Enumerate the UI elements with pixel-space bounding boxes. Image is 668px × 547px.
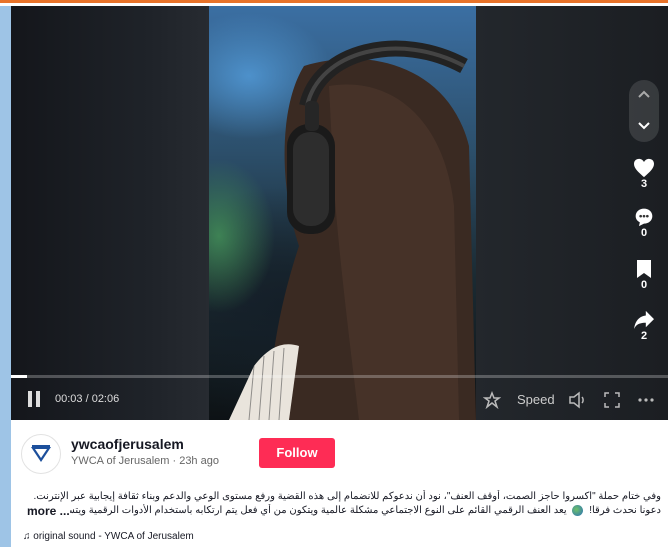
- music-note-icon: ♫: [23, 531, 31, 542]
- follow-button[interactable]: Follow: [259, 438, 335, 468]
- heart-icon[interactable]: [633, 158, 655, 178]
- comment-icon[interactable]: [634, 207, 654, 227]
- description-line-2a: دعونا نحدث فرقا!: [589, 505, 661, 516]
- progress-bar[interactable]: [11, 375, 668, 378]
- like-action[interactable]: 3: [630, 158, 658, 191]
- description-line-2b: يعد العنف الرقمي القائم على النوع الاجتم…: [69, 505, 567, 516]
- description-line-2-text: دعونا نحدث فرقا! يعد العنف الرقمي القائم…: [70, 504, 661, 518]
- volume-icon[interactable]: [568, 391, 588, 409]
- like-count: 3: [640, 178, 648, 190]
- video-blur-left: [11, 6, 209, 420]
- more-options-icon[interactable]: [637, 391, 655, 409]
- progress-fill: [11, 375, 27, 378]
- sound-label: original sound - YWCA of Jerusalem: [33, 531, 194, 542]
- fullscreen-icon[interactable]: [603, 391, 621, 409]
- chevron-down-icon[interactable]: [636, 117, 652, 133]
- ywca-logo: [31, 445, 51, 462]
- pip-icon[interactable]: [483, 391, 501, 409]
- video-image: [229, 40, 476, 420]
- post-description: وفي ختام حملة "اكسروا حاجز الصمت، أوقف ا…: [21, 490, 661, 518]
- globe-icon: [572, 504, 584, 516]
- more-link[interactable]: more ...: [27, 504, 70, 518]
- pause-icon[interactable]: [28, 391, 42, 407]
- save-action[interactable]: 0: [630, 259, 658, 292]
- share-count: 2: [640, 330, 648, 342]
- description-line-2: more ... دعونا نحدث فرقا! يعد العنف الرق…: [21, 504, 661, 518]
- save-count: 0: [640, 279, 648, 291]
- share-action[interactable]: 2: [630, 310, 658, 343]
- video-controls: 00:03 / 02:06 Speed: [11, 388, 668, 412]
- post-card: 3 0 0 2 00:03 / 02:06 Speed ywcaofjerusa…: [11, 6, 668, 547]
- bookmark-icon[interactable]: [636, 259, 652, 279]
- video-frame: [209, 6, 476, 420]
- time-display: 00:03 / 02:06: [55, 393, 120, 405]
- chevron-up-icon[interactable]: [636, 87, 652, 103]
- comment-count: 0: [640, 227, 648, 239]
- speed-button[interactable]: Speed: [517, 392, 555, 407]
- username[interactable]: ywcaofjerusalem: [71, 436, 184, 452]
- avatar[interactable]: [21, 434, 61, 474]
- description-line-1: وفي ختام حملة "اكسروا حاجز الصمت، أوقف ا…: [33, 491, 661, 502]
- author-subline: YWCA of Jerusalem · 23h ago: [71, 455, 219, 467]
- video-nav: [629, 80, 659, 142]
- post-info: ywcaofjerusalem YWCA of Jerusalem · 23h …: [11, 420, 668, 547]
- sound-line[interactable]: ♫ original sound - YWCA of Jerusalem: [23, 531, 194, 542]
- share-icon[interactable]: [633, 310, 655, 330]
- comment-action[interactable]: 0: [630, 207, 658, 240]
- video-player[interactable]: 3 0 0 2 00:03 / 02:06 Speed: [11, 6, 668, 420]
